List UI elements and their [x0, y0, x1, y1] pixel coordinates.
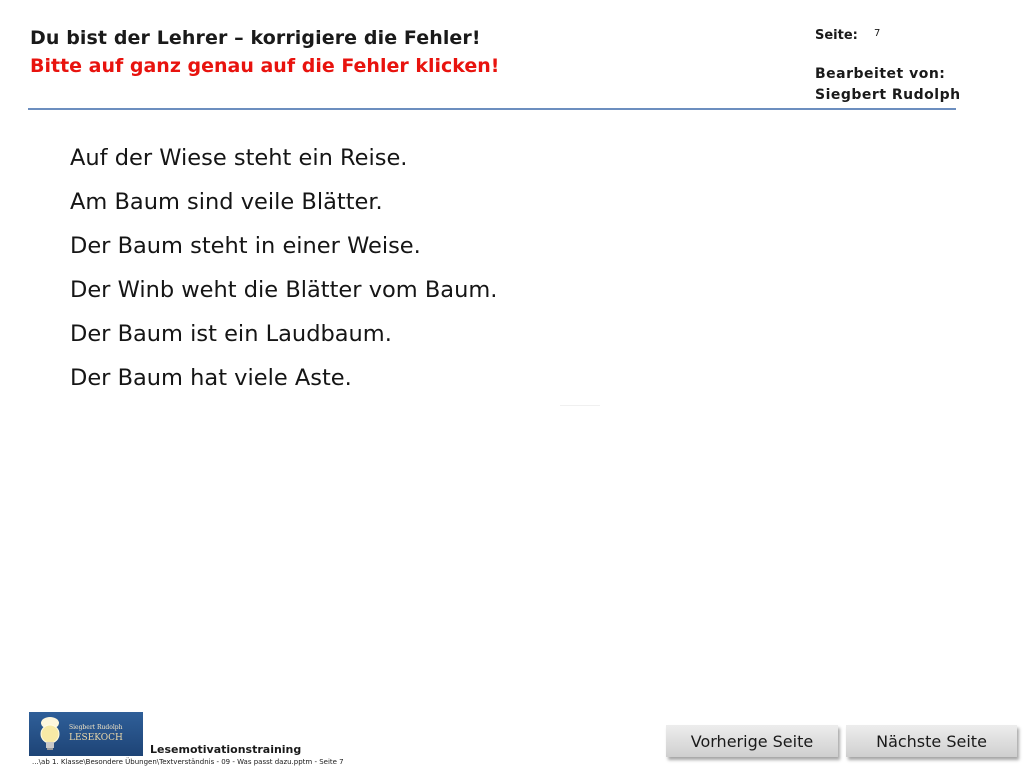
word[interactable]: sind [187, 189, 234, 215]
lightbulb-chef-logo-icon [40, 717, 60, 750]
word[interactable]: ein [224, 321, 258, 347]
word[interactable]: ist [190, 321, 217, 347]
page-title: Du bist der Lehrer – korrigiere die Fehl… [30, 27, 481, 49]
next-page-button[interactable]: Nächste Seite [846, 725, 1017, 757]
word[interactable]: ein [299, 145, 333, 171]
word[interactable]: Der [70, 233, 110, 259]
word[interactable]: steht [234, 145, 291, 171]
word[interactable]: Winb [118, 277, 175, 303]
edited-by-label: Bearbeitet von: [815, 66, 946, 82]
page-number: 7 [874, 28, 881, 39]
word[interactable]: Weise. [347, 233, 421, 259]
sentence-6: Der Baum hat viele Aste. [70, 362, 497, 406]
word[interactable]: weht [181, 277, 236, 303]
word[interactable]: der [115, 145, 152, 171]
faint-divider [560, 405, 600, 406]
editor-name: Siegbert Rudolph [815, 87, 961, 103]
word[interactable]: in [255, 233, 276, 259]
word[interactable]: Baum [118, 233, 183, 259]
sentence-5: Der Baum ist ein Laudbaum. [70, 318, 497, 362]
word[interactable]: Wiese [159, 145, 226, 171]
app-title: Lesemotivationstraining [150, 743, 302, 756]
word[interactable]: Baum. [425, 277, 498, 303]
word[interactable]: Der [70, 365, 110, 391]
sentence-list: Auf der Wiese steht ein Reise. Am Baum s… [70, 142, 497, 406]
word[interactable]: Blätter [285, 277, 361, 303]
page-label: Seite: [815, 28, 858, 43]
file-path: ...\ab 1. Klasse\Besondere Übungen\Textv… [32, 758, 344, 766]
word[interactable]: Am [70, 189, 107, 215]
sentence-3: Der Baum steht in einer Weise. [70, 230, 497, 274]
word[interactable]: Der [70, 321, 110, 347]
word[interactable]: viele [234, 365, 288, 391]
word[interactable]: veile [241, 189, 295, 215]
word[interactable]: Baum [118, 365, 183, 391]
previous-page-button[interactable]: Vorherige Seite [666, 725, 838, 757]
word[interactable]: die [244, 277, 278, 303]
word[interactable]: Reise. [340, 145, 407, 171]
word[interactable]: einer [282, 233, 339, 259]
word[interactable]: Auf [70, 145, 108, 171]
word[interactable]: Blätter. [301, 189, 382, 215]
header-divider [28, 108, 956, 110]
sentence-2: Am Baum sind veile Blätter. [70, 186, 497, 230]
word[interactable]: Der [70, 277, 110, 303]
word[interactable]: Laudbaum. [266, 321, 392, 347]
lesekoch-logo: Siegbert Rudolph LESEKOCH [29, 712, 143, 756]
word[interactable]: steht [190, 233, 247, 259]
sentence-1: Auf der Wiese steht ein Reise. [70, 142, 497, 186]
word[interactable]: Baum [118, 321, 183, 347]
logo-author: Siegbert Rudolph [69, 724, 123, 731]
instruction-text: Bitte auf ganz genau auf die Fehler klic… [30, 55, 500, 77]
logo-brand: LESEKOCH [69, 733, 123, 743]
sentence-4: Der Winb weht die Blätter vom Baum. [70, 274, 497, 318]
word[interactable]: Baum [114, 189, 179, 215]
word[interactable]: Aste. [295, 365, 352, 391]
word[interactable]: hat [190, 365, 227, 391]
word[interactable]: vom [369, 277, 418, 303]
